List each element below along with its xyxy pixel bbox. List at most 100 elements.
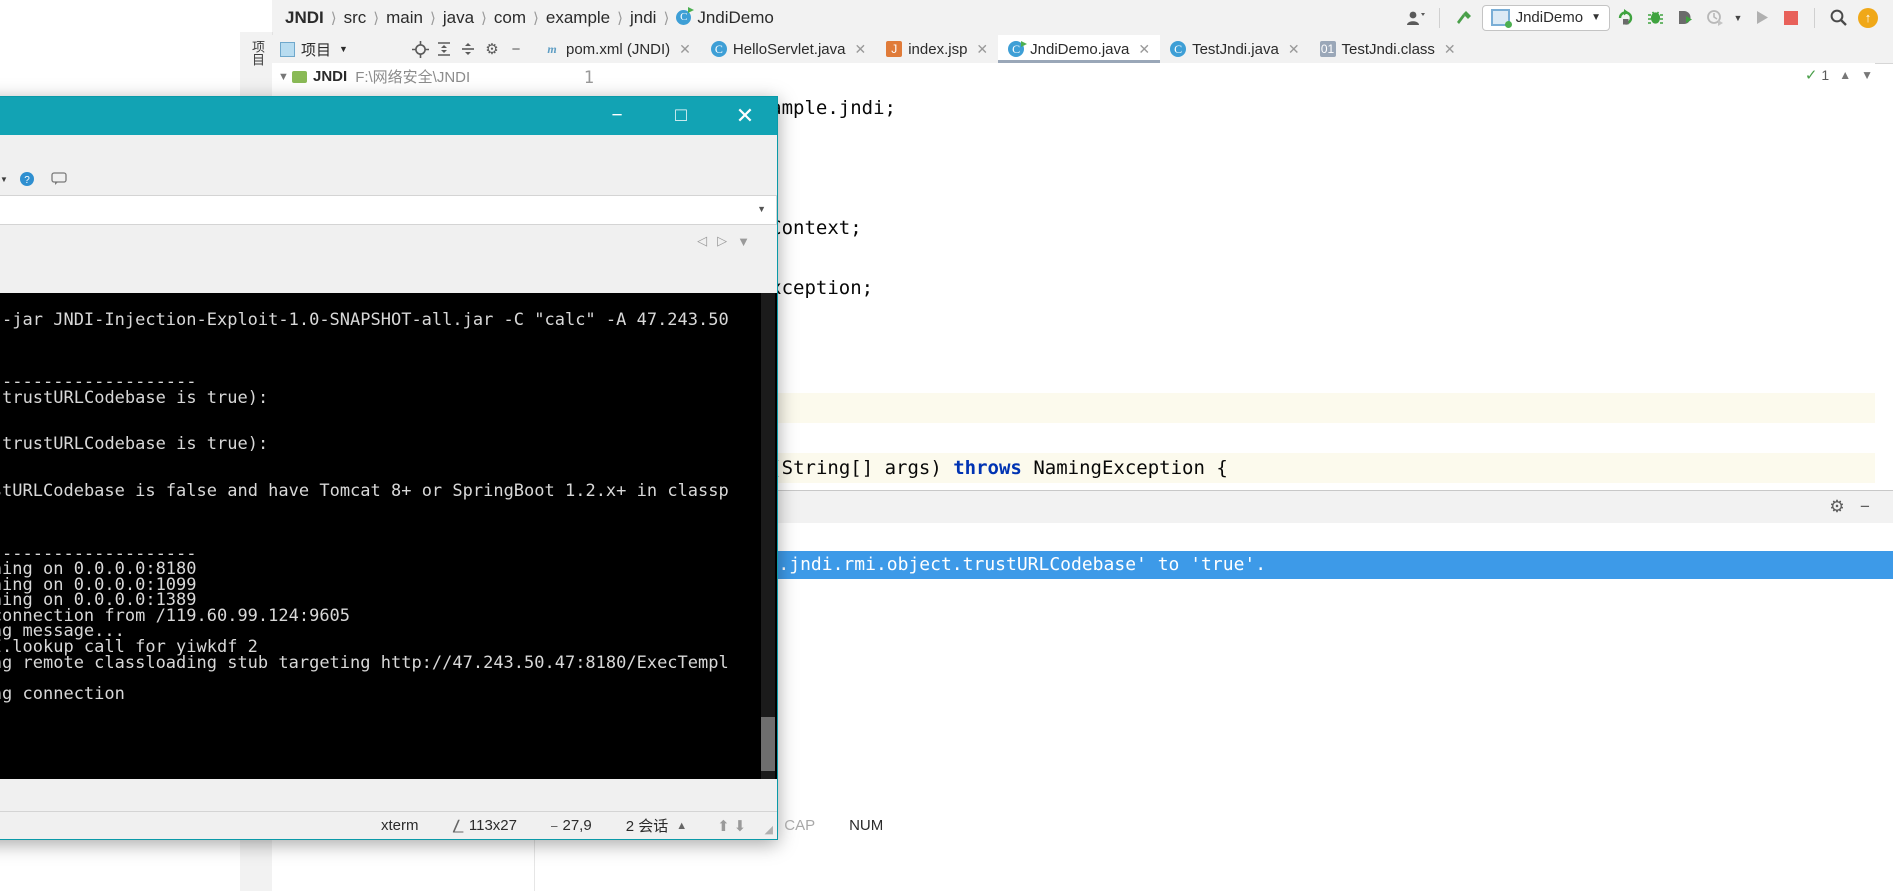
breadcrumb-separator-icon: ⟩ (373, 9, 380, 27)
close-icon[interactable]: ✕ (1138, 41, 1150, 58)
resize-grip-icon[interactable]: ◢ (765, 823, 773, 836)
chevron-down-icon[interactable]: ▼ (757, 204, 766, 214)
hide-panel-icon[interactable]: − (1851, 493, 1879, 521)
chevron-up-icon[interactable]: ▲ (676, 820, 687, 832)
jsp-file-icon: J (886, 41, 903, 57)
editor-tab-label: HelloServlet.java (732, 40, 846, 58)
chevron-down-icon[interactable]: ▼ (1861, 68, 1873, 82)
window-controls: − □ ✕ (585, 97, 777, 135)
status-session-label: 2 会话 (625, 818, 669, 835)
settings-gear-icon[interactable]: ⚙ (480, 37, 504, 61)
breadcrumb-item-java[interactable]: java (443, 8, 474, 28)
layout-icon[interactable]: ▼ (0, 166, 10, 192)
build-hammer-icon[interactable] (1448, 3, 1478, 33)
editor-tab-helloservlet[interactable]: C HelloServlet.java ✕ (701, 35, 876, 63)
cursor-position-icon: ⎯ (550, 817, 558, 833)
locate-icon[interactable] (408, 37, 432, 61)
class-file-icon: 01 (1319, 41, 1336, 57)
project-panel-actions: ⚙ − (408, 37, 534, 61)
search-everywhere-icon[interactable] (1823, 3, 1853, 33)
settings-gear-icon[interactable]: ⚙ (1823, 493, 1851, 521)
status-terminal-type: xterm (381, 817, 419, 834)
method-params: (String[] args) (770, 457, 954, 479)
profiler-icon[interactable] (1700, 3, 1730, 33)
editor-tab-testjndi-class[interactable]: 01 TestJndi.class ✕ (1310, 35, 1466, 63)
screen-root: Everything PotPlayer ★ ⚙ JNDI ⟩ src ⟩ ma… (0, 0, 1893, 891)
close-icon[interactable]: ✕ (976, 41, 988, 58)
terminal-line: .50.47:1099/hdpn6n (0, 515, 777, 531)
terminal-output[interactable]: ce09pibi8l52ijv56xz home]# ^C09pibi8l52i… (0, 293, 777, 779)
help-icon[interactable]: ? (12, 166, 42, 192)
xshell-toolbar: ▾ A▼ ▼ (0, 163, 777, 196)
editor-tab-index-jsp[interactable]: J index.jsp ✕ (876, 35, 998, 63)
close-icon[interactable]: ✕ (1288, 41, 1300, 58)
xshell-title-bar[interactable]: chool) − □ ✕ (0, 97, 777, 135)
console-header-actions: ⚙ − (1823, 493, 1893, 521)
nav-prev-icon[interactable]: ◁ (697, 233, 707, 249)
editor-tab-label: TestJndi.java (1192, 40, 1279, 58)
close-icon[interactable]: ✕ (854, 41, 866, 58)
maven-icon: m (547, 41, 557, 56)
hide-panel-icon[interactable]: − (504, 37, 528, 61)
terminal-text-segment: 09pibi8l52ijv56xz home]# java -jar JNDI-… (2, 309, 729, 330)
run-configuration-icon (1490, 9, 1512, 28)
run-with-coverage-icon[interactable] (1670, 3, 1700, 33)
toolbar-divider (1438, 7, 1440, 28)
editor-tab-jndidemo[interactable]: C JndiDemo.java ✕ (998, 35, 1161, 63)
breadcrumb-separator-icon: ⟩ (429, 9, 436, 27)
breadcrumb-item-com[interactable]: com (494, 8, 526, 28)
close-button[interactable]: ✕ (713, 97, 777, 135)
status-scroll-arrows[interactable]: ⬆⬇ (717, 817, 750, 835)
breadcrumb-item-example[interactable]: example (546, 8, 610, 28)
status-session-count[interactable]: 2 会话 ▲ (626, 815, 687, 836)
chevron-up-icon[interactable]: ▲ (1839, 68, 1851, 82)
editor-tab-label: pom.xml (JNDI) (566, 40, 671, 58)
chat-icon[interactable] (44, 166, 74, 192)
folder-icon (292, 70, 307, 83)
xshell-terminal-window[interactable]: chool) − □ ✕ (B) 窗口(W) 帮助(H) ▾ A▼ (0, 96, 883, 840)
terminal-text-segment: 3:41:53 [RMISERVER] >> Sending remote cl… (0, 652, 729, 673)
terminal-scrollbar-thumb[interactable] (761, 717, 775, 771)
terminal-line: .50.47:1099/vnqrdi (0, 406, 777, 422)
terminal-line: 3:41:53 [RMISERVER] >> Sending remote cl… (0, 652, 777, 673)
project-panel-title[interactable]: 项目 ▼ (280, 39, 348, 60)
nav-next-icon[interactable]: ▷ (717, 233, 727, 249)
expand-all-icon[interactable] (432, 37, 456, 61)
profiler-dropdown-icon[interactable]: ▼ (1730, 3, 1746, 33)
user-account-icon[interactable] (1401, 3, 1431, 33)
breadcrumb: JNDI ⟩ src ⟩ main ⟩ java ⟩ com ⟩ example… (285, 7, 774, 28)
chevron-down-icon[interactable]: ▼ (737, 234, 750, 249)
run-configuration-selector[interactable]: JndiDemo ▼ (1481, 4, 1610, 31)
breadcrumb-item-jndi-pkg[interactable]: jndi (630, 8, 656, 28)
minimize-button[interactable]: − (585, 97, 649, 135)
collapse-all-icon[interactable] (456, 37, 480, 61)
breadcrumb-item-jndi[interactable]: JNDI (285, 8, 324, 28)
inspection-widget[interactable]: ✓ 1 ▲ ▼ (1805, 66, 1873, 84)
editor-tab-testjndi-java[interactable]: C TestJndi.java ✕ (1160, 35, 1309, 63)
java-class-icon: C (710, 41, 727, 57)
terminal-scrollbar[interactable] (761, 293, 775, 779)
chevron-down-icon[interactable]: ▼ (278, 71, 292, 83)
terminal-text-segment: whose trustURLCodebase is false and have… (0, 481, 729, 502)
project-tool-strip-label[interactable]: 项目 (248, 40, 267, 66)
close-icon[interactable]: ✕ (679, 41, 691, 58)
stop-icon[interactable] (1776, 3, 1806, 33)
close-icon[interactable]: ✕ (1444, 41, 1456, 58)
xshell-address-bar[interactable]: ▼ (0, 195, 777, 225)
status-terminal-size: ⎳ 113x27 (453, 817, 517, 834)
maximize-button[interactable]: □ (649, 97, 713, 135)
status-cursor-value: 27,9 (562, 817, 592, 834)
update-project-icon[interactable]: ↑ (1853, 3, 1883, 33)
xshell-status-bar: xterm ⎳ 113x27 ⎯ 27,9 2 会话 ▲ ⬆⬇ CAP NUM … (0, 811, 883, 839)
tree-node-jndi[interactable]: ▼ JNDI F:\网络安全\JNDI (272, 63, 534, 90)
terminal-line: 47.243.50.47 (0, 344, 777, 360)
breadcrumb-item-src[interactable]: src (344, 8, 367, 28)
run-icon[interactable] (1746, 3, 1776, 33)
rerun-icon[interactable] (1610, 3, 1640, 33)
breadcrumb-item-jndidemo[interactable]: JndiDemo (697, 8, 774, 28)
breadcrumb-item-main[interactable]: main (386, 8, 423, 28)
debug-bug-icon[interactable] (1640, 3, 1670, 33)
svg-text:?: ? (24, 175, 30, 186)
editor-tab-pom-xml[interactable]: m pom.xml (JNDI) ✕ (534, 35, 701, 63)
